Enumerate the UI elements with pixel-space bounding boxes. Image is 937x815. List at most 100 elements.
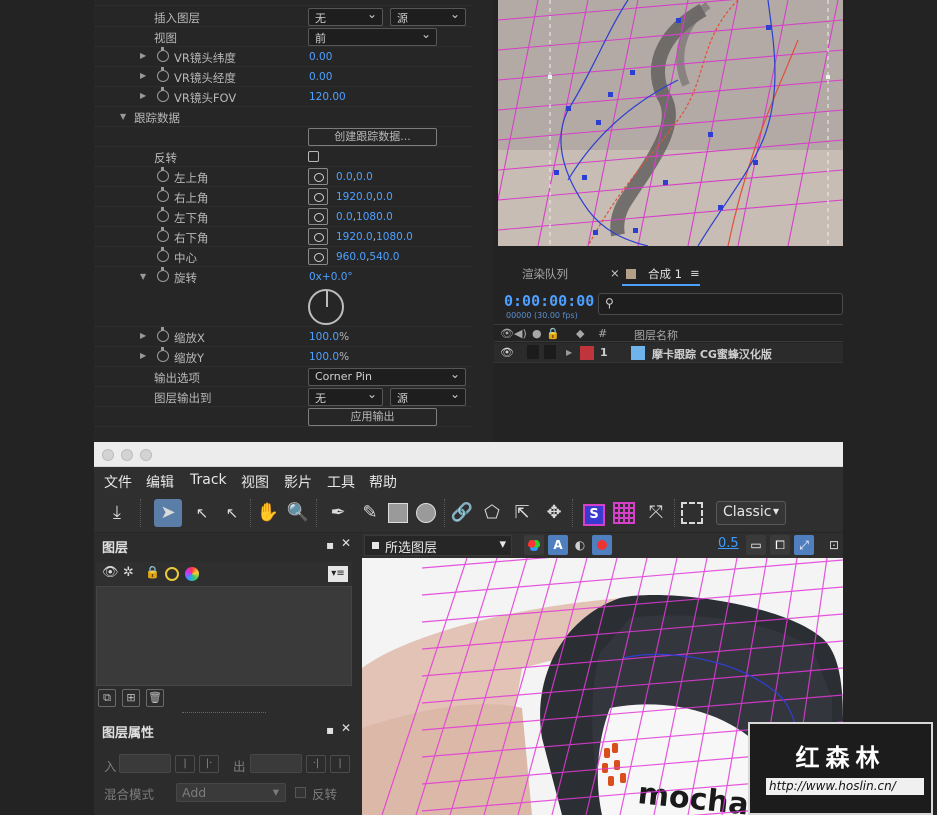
select-point-icon[interactable]: ↖	[188, 499, 216, 527]
alpha-channel-icon[interactable]: A	[548, 535, 568, 555]
layer-output-dropdown[interactable]: 无	[308, 387, 383, 406]
hand-pan-icon[interactable]: ✋	[254, 499, 282, 527]
select-arrow-icon[interactable]: ➤	[154, 499, 182, 527]
set-in-button[interactable]: |	[175, 755, 195, 773]
zoom-magnifier-icon[interactable]: 🔍	[284, 499, 312, 527]
panel-float-icon[interactable]: ▪	[326, 723, 334, 737]
link-icon[interactable]: 🔗	[448, 499, 476, 527]
crosshair-icon[interactable]	[308, 228, 328, 245]
ellipse-tool-icon[interactable]	[412, 499, 440, 527]
timeline-layer-row[interactable]: 👁 ▶ 1 摩卡跟踪 CG蜜蜂汉化版	[494, 343, 843, 363]
zoom-window-button[interactable]	[140, 449, 152, 461]
rgb-channels-icon[interactable]	[524, 535, 544, 555]
menu-clip[interactable]: 影片	[284, 472, 312, 492]
set-in-current-button[interactable]: |·	[199, 755, 219, 773]
label-color-swatch[interactable]	[580, 346, 594, 360]
matte-view-icon[interactable]	[592, 535, 612, 555]
close-window-button[interactable]	[102, 449, 114, 461]
grid-tool-icon[interactable]	[610, 499, 638, 527]
workspace-dropdown[interactable]: Classic	[716, 501, 786, 525]
matte-color-icon[interactable]	[165, 567, 179, 581]
layer-view-select[interactable]: 所选图层	[364, 535, 512, 556]
insert-layer-source-dropdown[interactable]: 源	[390, 7, 466, 26]
stopwatch-icon[interactable]	[157, 327, 169, 342]
layer-search-input[interactable]: ⚲	[598, 293, 843, 315]
panel-splitter[interactable]	[182, 712, 266, 713]
expand-triangle-icon[interactable]: ▶	[140, 91, 146, 100]
expand-triangle-icon[interactable]: ▶	[140, 71, 146, 80]
crosshair-icon[interactable]	[308, 248, 328, 265]
transform-icon[interactable]: ⇱	[508, 499, 536, 527]
stopwatch-icon[interactable]	[157, 167, 169, 182]
corner-pin-icon[interactable]: ⤧	[642, 499, 670, 527]
apply-output-button[interactable]: 应用输出	[308, 408, 437, 426]
center-value[interactable]: 960.0,540.0	[336, 251, 399, 263]
menu-help[interactable]: 帮助	[369, 472, 397, 492]
matte-opacity-value[interactable]: 0.5	[718, 536, 739, 551]
composition-viewer[interactable]	[498, 0, 843, 246]
collapse-triangle-icon[interactable]: ▼	[120, 112, 126, 121]
tab-composition[interactable]: 合成 1	[648, 266, 682, 282]
vr-lat-value[interactable]: 0.00	[309, 51, 332, 63]
visibility-eye-icon[interactable]: 👁	[500, 346, 514, 359]
layer-output-source-dropdown[interactable]: 源	[390, 387, 466, 406]
output-options-dropdown[interactable]: Corner Pin	[308, 367, 466, 386]
visibility-eye-icon[interactable]: 👁	[102, 565, 119, 580]
stopwatch-icon[interactable]	[157, 47, 169, 62]
crosshair-icon[interactable]	[308, 188, 328, 205]
set-out-current-button[interactable]: ·|	[306, 755, 326, 773]
invert-checkbox[interactable]	[295, 787, 306, 798]
stabilize-view-icon[interactable]: ⧠	[770, 535, 790, 555]
layer-name-column[interactable]: 图层名称	[634, 327, 678, 343]
stopwatch-icon[interactable]	[157, 87, 169, 102]
bottom-left-value[interactable]: 0.0,1080.0	[336, 211, 393, 223]
insert-layer-dropdown[interactable]: 无	[308, 7, 383, 26]
overlay-toggle-icon[interactable]: ◐	[570, 535, 590, 555]
tab-render-queue[interactable]: 渲染队列	[522, 266, 568, 282]
save-download-icon[interactable]: ⤓	[103, 499, 131, 527]
layer-menu-icon[interactable]: ▾≡	[328, 566, 348, 582]
out-point-field[interactable]	[250, 754, 302, 773]
expand-triangle-icon[interactable]: ▶	[140, 331, 146, 340]
rotation-dial[interactable]	[308, 289, 344, 325]
add-point-icon[interactable]: ↖	[218, 499, 246, 527]
layer-name[interactable]: 摩卡跟踪 CG蜜蜂汉化版	[652, 346, 772, 362]
stopwatch-icon[interactable]	[157, 227, 169, 242]
blend-mode-dropdown[interactable]: Add ▾	[176, 783, 286, 802]
xspline-pen-icon[interactable]: ✒	[324, 499, 352, 527]
layers-list[interactable]	[96, 586, 352, 686]
expand-triangle-icon[interactable]: ▶	[140, 51, 146, 60]
surface-tool-icon[interactable]: S	[580, 499, 608, 527]
crosshair-icon[interactable]	[308, 168, 328, 185]
top-right-value[interactable]: 1920.0,0.0	[336, 191, 393, 203]
crosshair-icon[interactable]	[308, 208, 328, 225]
invert-checkbox[interactable]	[308, 151, 319, 162]
attach-points-icon[interactable]: ⬠	[478, 499, 506, 527]
close-tab-icon[interactable]: ×	[610, 266, 620, 280]
move-icon[interactable]: ✥	[540, 499, 568, 527]
tab-menu-icon[interactable]: ≡	[690, 266, 700, 280]
bezier-pen-icon[interactable]: ✎	[356, 499, 384, 527]
create-track-data-button[interactable]: 创建跟踪数据...	[308, 128, 437, 146]
scale-x-value[interactable]: 100.0%	[309, 331, 349, 343]
monitor-view-icon[interactable]: ▭	[746, 535, 766, 555]
collapse-triangle-icon[interactable]: ▼	[140, 272, 146, 281]
rotation-value[interactable]: 0x+0.0°	[309, 271, 353, 283]
expand-triangle-icon[interactable]: ▶	[566, 348, 572, 357]
stopwatch-icon[interactable]	[157, 247, 169, 262]
expand-triangle-icon[interactable]: ▶	[140, 351, 146, 360]
stopwatch-icon[interactable]	[157, 267, 169, 282]
stopwatch-icon[interactable]	[157, 67, 169, 82]
solo-toggle[interactable]	[544, 345, 556, 359]
trash-icon[interactable]: 🗑	[146, 689, 164, 707]
new-folder-icon[interactable]: ⧉	[98, 689, 116, 707]
minimize-window-button[interactable]	[121, 449, 133, 461]
stopwatch-icon[interactable]	[157, 207, 169, 222]
gear-icon[interactable]: ✲	[123, 565, 134, 580]
menu-tools[interactable]: 工具	[327, 472, 355, 492]
layer-color-wheel-icon[interactable]	[185, 567, 199, 581]
menu-view[interactable]: 视图	[241, 472, 269, 492]
panel-close-icon[interactable]: ✕	[341, 721, 351, 735]
menu-track[interactable]: Track	[190, 472, 227, 488]
menu-edit[interactable]: 编辑	[146, 472, 174, 492]
